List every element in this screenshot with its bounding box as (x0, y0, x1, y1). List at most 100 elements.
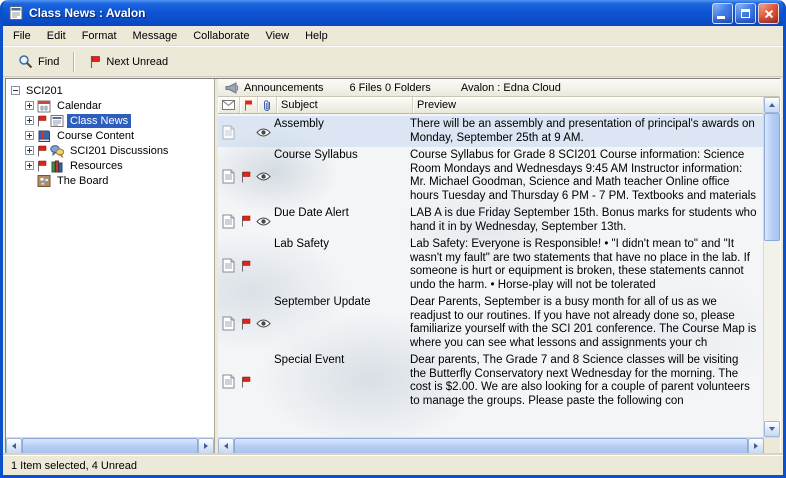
tree-item-label: Course Content (54, 129, 137, 143)
column-header-subject[interactable]: Subject (277, 97, 413, 113)
column-header-preview[interactable]: Preview (413, 97, 763, 113)
news-icon (50, 114, 64, 128)
expand-toggle[interactable] (25, 116, 34, 125)
tree-horizontal-scrollbar[interactable] (6, 437, 214, 454)
tree-item-label: Class News (67, 114, 131, 128)
viewed-eye-icon (256, 128, 271, 137)
menu-edit[interactable]: Edit (39, 26, 74, 45)
column-header-attachment[interactable] (258, 97, 277, 113)
conference-owner: Avalon : Edna Cloud (461, 82, 561, 94)
calendar-icon (37, 99, 51, 113)
unread-flag-icon (241, 318, 251, 330)
scroll-down-button[interactable] (764, 421, 780, 437)
scrollbar-thumb[interactable] (234, 438, 748, 454)
scrollbar-track[interactable] (764, 241, 780, 421)
menu-message[interactable]: Message (125, 26, 186, 45)
resources-icon (50, 159, 64, 173)
message-row-due-date-alert[interactable]: Due Date Alert LAB A is due Friday Septe… (218, 205, 763, 236)
close-button[interactable] (758, 3, 779, 24)
message-row-special-event[interactable]: Special Event Dear parents, The Grade 7 … (218, 352, 763, 410)
tree-leaf-spacer (25, 176, 34, 185)
unread-flag-icon (241, 376, 251, 388)
conference-tree: SCI201 Calendar (6, 79, 214, 437)
menu-format[interactable]: Format (74, 26, 125, 45)
expand-toggle[interactable] (25, 101, 34, 110)
horizontal-scrollbar[interactable] (218, 437, 764, 454)
vertical-scrollbar[interactable] (763, 97, 780, 437)
message-row-september-update[interactable]: September Update Dear Parents, September… (218, 294, 763, 352)
message-row-course-syllabus[interactable]: Course Syllabus Course Syllabus for Grad… (218, 147, 763, 205)
sidebar-item-resources[interactable]: Resources (8, 158, 212, 173)
expand-toggle[interactable] (25, 131, 34, 140)
document-icon (222, 125, 235, 140)
maximize-button[interactable] (735, 3, 756, 24)
minimize-button[interactable] (712, 3, 733, 24)
tree-item-label: Calendar (54, 99, 105, 113)
message-preview: There will be an assembly and presentati… (408, 118, 763, 146)
unread-flag-icon (37, 115, 47, 127)
expand-toggle[interactable] (25, 146, 34, 155)
paperclip-icon (262, 99, 272, 112)
menu-bar: File Edit Format Message Collaborate Vie… (3, 26, 783, 46)
scrollbar-thumb[interactable] (22, 438, 198, 454)
message-preview: Lab Safety: Everyone is Responsible! • "… (408, 238, 763, 293)
document-icon (222, 316, 235, 331)
scroll-left-button[interactable] (6, 438, 22, 454)
column-headers: Subject Preview (218, 97, 763, 114)
window-icon (8, 5, 24, 21)
message-list-panel: Announcements 6 Files 0 Folders Avalon :… (218, 79, 780, 454)
scrollbar-thumb[interactable] (764, 113, 780, 241)
document-icon (222, 169, 235, 184)
toolbar-separator (73, 52, 75, 72)
unread-flag-icon (37, 160, 47, 172)
next-unread-label: Next Unread (106, 56, 168, 68)
message-icon (222, 100, 235, 110)
menu-file[interactable]: File (5, 26, 39, 45)
sidebar-item-course-content[interactable]: Course Content (8, 128, 212, 143)
message-row-assembly[interactable]: Assembly There will be an assembly and p… (218, 116, 763, 147)
column-header-item-icon[interactable] (218, 97, 240, 113)
message-subject: Lab Safety (272, 238, 408, 293)
viewed-eye-icon (256, 172, 271, 181)
scroll-left-button[interactable] (218, 438, 234, 454)
sidebar-item-the-board[interactable]: The Board (8, 173, 212, 188)
window-title: Class News : Avalon (29, 6, 710, 20)
document-icon (222, 374, 235, 389)
unread-flag-icon (241, 260, 251, 272)
scroll-right-button[interactable] (748, 438, 764, 454)
sidebar-item-sci201-discussions[interactable]: SCI201 Discussions (8, 143, 212, 158)
document-icon (222, 214, 235, 229)
tree-root-label: SCI201 (23, 84, 66, 98)
flag-icon (244, 100, 253, 111)
conference-info-bar: Announcements 6 Files 0 Folders Avalon :… (218, 79, 780, 97)
message-preview: Dear Parents, September is a busy month … (408, 296, 763, 351)
tree-item-label: The Board (54, 174, 111, 188)
title-bar[interactable]: Class News : Avalon (3, 0, 783, 26)
tree-item-label: SCI201 Discussions (67, 144, 171, 158)
menu-collaborate[interactable]: Collaborate (185, 26, 257, 45)
conference-tree-panel: SCI201 Calendar (6, 79, 215, 454)
scrollbar-corner (764, 437, 780, 454)
message-subject: Course Syllabus (272, 149, 408, 204)
menu-view[interactable]: View (257, 26, 297, 45)
scroll-right-button[interactable] (198, 438, 214, 454)
sidebar-item-calendar[interactable]: Calendar (8, 98, 212, 113)
viewed-eye-icon (256, 217, 271, 226)
scroll-up-button[interactable] (764, 97, 780, 113)
message-list: Assembly There will be an assembly and p… (218, 114, 763, 437)
next-unread-button[interactable]: Next Unread (82, 50, 175, 74)
board-icon (37, 174, 51, 188)
unread-flag-icon (89, 55, 101, 69)
message-subject: Assembly (272, 118, 408, 146)
file-folder-counts: 6 Files 0 Folders (350, 82, 431, 94)
tree-root-sci201[interactable]: SCI201 (8, 83, 212, 98)
discussions-icon (50, 144, 64, 158)
find-button[interactable]: Find (11, 49, 66, 74)
sidebar-item-class-news[interactable]: Class News (8, 113, 212, 128)
panel-title: Announcements (244, 82, 324, 94)
expand-toggle[interactable] (25, 161, 34, 170)
menu-help[interactable]: Help (297, 26, 336, 45)
collapse-toggle[interactable] (11, 86, 20, 95)
column-header-flag[interactable] (240, 97, 258, 113)
message-row-lab-safety[interactable]: Lab Safety Lab Safety: Everyone is Respo… (218, 236, 763, 294)
